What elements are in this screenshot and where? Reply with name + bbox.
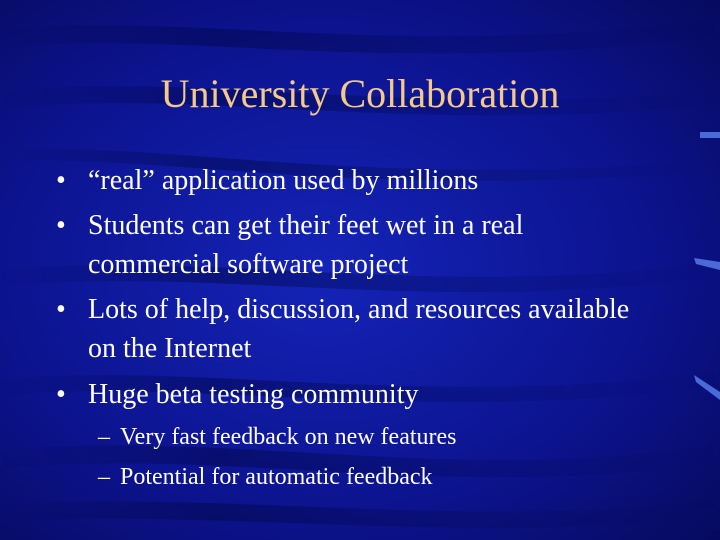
sub-bullet-text: Very fast feedback on new features <box>120 424 457 450</box>
bullet-marker: • <box>56 165 66 196</box>
bullet-text: Huge beta testing community <box>88 379 419 410</box>
sub-bullet-marker: – <box>98 464 110 490</box>
bullet-text: “real” application used by millions <box>88 165 479 196</box>
sub-bullet-text: Potential for automatic feedback <box>120 464 433 490</box>
bullet-item: • “real” application used by millions <box>56 161 656 200</box>
bullet-marker: • <box>56 294 66 325</box>
sub-bullet-item: – Very fast feedback on new features <box>98 421 658 453</box>
bullet-item: • Lots of help, discussion, and resource… <box>56 290 656 368</box>
bullet-text: Lots of help, discussion, and resources … <box>88 294 630 364</box>
bullet-marker: • <box>56 379 66 410</box>
sub-bullet-marker: – <box>98 424 110 450</box>
bullet-marker: • <box>56 210 66 241</box>
sub-bullet-item: – Potential for automatic feedback <box>98 461 658 493</box>
bullet-text: Students can get their feet wet in a rea… <box>88 210 524 280</box>
bullet-item: • Huge beta testing community <box>56 375 656 414</box>
bullet-item: • Students can get their feet wet in a r… <box>56 206 656 284</box>
bullet-list: • “real” application used by millions • … <box>0 0 720 540</box>
